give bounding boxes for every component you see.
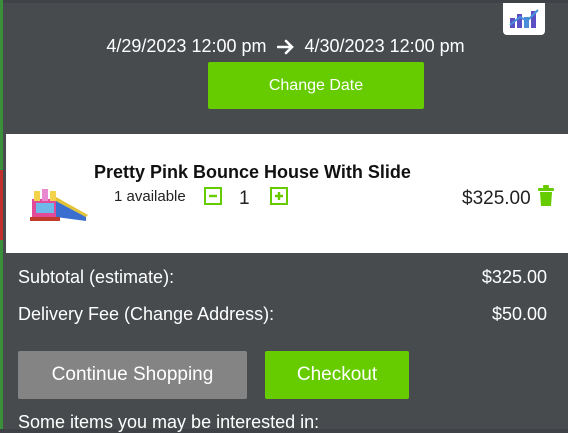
trash-icon[interactable] — [537, 185, 555, 207]
quantity-value: 1 — [239, 188, 250, 209]
availability-text: 1 available — [114, 188, 186, 205]
cart-item: Pretty Pink Bounce House With Slide 1 av… — [6, 134, 568, 253]
subtotal-label: Subtotal (estimate): — [18, 267, 175, 287]
suggestions-heading: Some items you may be interested in: — [18, 412, 320, 432]
product-thumbnail — [30, 189, 88, 221]
change-date-button[interactable]: Change Date — [208, 62, 424, 109]
brand-logo-icon[interactable] — [503, 3, 545, 35]
subtotal-row: Subtotal (estimate): $325.00 — [18, 267, 547, 288]
checkout-button[interactable]: Checkout — [265, 351, 409, 399]
minus-icon[interactable] — [204, 187, 222, 205]
item-name[interactable]: Pretty Pink Bounce House With Slide — [94, 162, 411, 183]
end-date: 4/30/2023 12:00 pm — [304, 36, 465, 56]
continue-shopping-button[interactable]: Continue Shopping — [18, 351, 247, 399]
subtotal-value: $325.00 — [481, 267, 547, 287]
plus-icon[interactable] — [270, 187, 288, 205]
delivery-fee-label[interactable]: Delivery Fee (Change Address): — [18, 304, 274, 325]
start-date: 4/29/2023 12:00 pm — [106, 36, 267, 56]
item-price: $325.00 — [462, 188, 531, 209]
rental-dates: 4/29/2023 12:00 pm 4/30/2023 12:00 pm — [3, 36, 568, 57]
delivery-fee-row: Delivery Fee (Change Address): $50.00 — [18, 304, 547, 325]
cart-panel: 4/29/2023 12:00 pm 4/30/2023 12:00 pm Ch… — [3, 3, 568, 432]
delivery-fee-value: $50.00 — [491, 304, 547, 324]
arrow-right-icon — [276, 39, 295, 55]
